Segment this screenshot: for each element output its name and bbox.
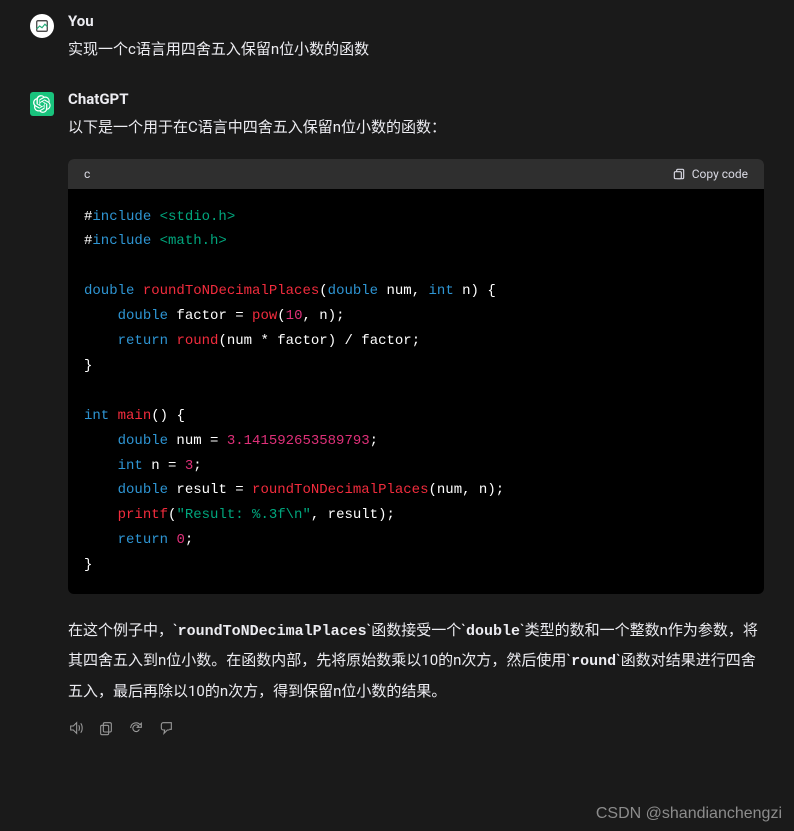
user-message: You 实现一个c语言用四舍五入保留n位小数的函数 <box>0 0 794 78</box>
code-language: c <box>84 167 90 181</box>
read-aloud-button[interactable] <box>68 720 84 740</box>
speaker-icon <box>68 720 84 736</box>
broken-image-icon <box>35 19 49 33</box>
code-header: c Copy code <box>68 159 764 189</box>
assistant-message: ChatGPT 以下是一个用于在C语言中四舍五入保留n位小数的函数： c Cop… <box>0 78 794 756</box>
assistant-explanation: 在这个例子中，`roundToNDecimalPlaces`函数接受一个`dou… <box>68 616 764 706</box>
assistant-avatar <box>30 92 54 116</box>
user-content: You 实现一个c语言用四舍五入保留n位小数的函数 <box>68 12 764 62</box>
code-block: c Copy code #include <stdio.h> #include … <box>68 159 764 595</box>
user-author: You <box>68 12 764 30</box>
copy-message-button[interactable] <box>98 720 114 740</box>
regenerate-button[interactable] <box>128 720 144 740</box>
copy-icon <box>98 720 114 736</box>
openai-icon <box>33 95 51 113</box>
copy-code-label: Copy code <box>692 167 748 181</box>
watermark: CSDN @shandianchengzi <box>596 805 782 823</box>
user-avatar <box>30 14 54 38</box>
copy-code-button[interactable]: Copy code <box>672 167 748 181</box>
dislike-button[interactable] <box>158 720 174 740</box>
assistant-intro: 以下是一个用于在C语言中四舍五入保留n位小数的函数： <box>68 114 764 140</box>
code-content: #include <stdio.h> #include <math.h> dou… <box>68 189 764 595</box>
thumbs-down-icon <box>158 720 174 736</box>
assistant-author: ChatGPT <box>68 90 764 108</box>
assistant-content: ChatGPT 以下是一个用于在C语言中四舍五入保留n位小数的函数： c Cop… <box>68 90 764 740</box>
message-actions <box>68 720 764 740</box>
clipboard-icon <box>672 167 686 181</box>
refresh-icon <box>128 720 144 736</box>
user-text: 实现一个c语言用四舍五入保留n位小数的函数 <box>68 36 764 62</box>
